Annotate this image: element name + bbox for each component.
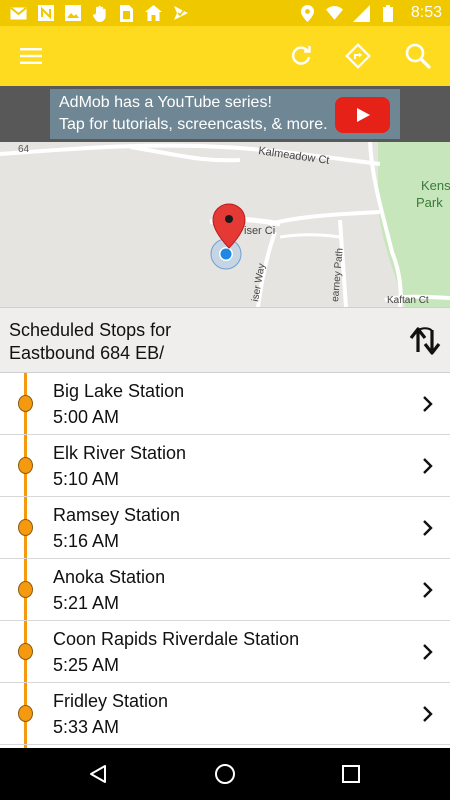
swap-direction-button[interactable] [408,324,442,358]
stop-dot-icon [18,581,33,598]
location-icon [299,4,316,22]
stop-name: Elk River Station [53,443,187,463]
news-icon [37,5,54,22]
photos-icon [64,5,81,22]
stop-time: 5:00 AM [53,407,120,427]
refresh-button[interactable] [273,26,329,86]
stops-title: Scheduled Stops for Eastbound 684 EB/ [9,319,349,365]
stops-title-line2: Eastbound 684 EB/ [9,343,165,363]
map-label-iser-ci: iser Ci [244,225,275,237]
chevron-right-icon [423,582,433,598]
chevron-right-icon [423,520,433,536]
stop-dot-icon [18,519,33,536]
hand-icon [91,5,108,22]
menu-button[interactable] [3,26,59,86]
swap-direction-icon [409,327,441,355]
recents-icon [342,765,360,783]
stop-dot-icon [18,705,33,722]
map-label-iser-way: iser Way [250,263,268,303]
stop-row[interactable]: Fridley Station 5:33 AM [0,683,450,745]
chevron-right-icon [423,706,433,722]
sim-icon [118,4,135,22]
navigation-bar [0,748,450,800]
back-button[interactable] [68,748,128,800]
map-label-kalmeadow: Kalmeadow Ct [258,145,331,167]
scheduled-stops-header: Scheduled Stops for Eastbound 684 EB/ [0,307,450,373]
stop-time: 5:21 AM [53,593,120,613]
home-circle-icon [215,764,235,784]
stop-row[interactable]: Anoka Station 5:21 AM [0,559,450,621]
ad-content[interactable]: AdMob has a YouTube series! Tap for tuto… [50,89,400,139]
notification-icons [10,4,189,22]
chevron-right-icon [423,396,433,412]
stop-list[interactable]: Big Lake Station 5:00 AM Elk River Stati… [0,373,450,748]
stop-row[interactable]: Ramsey Station 5:16 AM [0,497,450,559]
stop-row[interactable]: Elk River Station 5:10 AM [0,435,450,497]
battery-icon [380,4,397,22]
nav-check-icon [172,5,189,22]
status-time: 8:53 [410,4,442,21]
wifi-icon [325,5,343,22]
map-label-park: Park [416,195,443,210]
map-label-kaftan: Kaftan Ct [387,295,429,306]
stop-name: Anoka Station [53,567,166,587]
map-view[interactable]: 64 Kalmeadow Ct Kensingt Park iser Ci is… [0,142,450,307]
chevron-right-icon [423,458,433,474]
refresh-icon [291,46,311,65]
signal-icon [352,4,370,22]
stop-name: Fridley Station [53,691,169,711]
system-icons: 8:53 [299,4,442,22]
stop-row[interactable]: Coon Rapids Riverdale Station 5:25 AM [0,621,450,683]
stop-dot-icon [18,643,33,660]
app-bar [0,26,450,86]
back-icon [90,765,106,783]
stop-time: 5:16 AM [53,531,120,551]
gmail-icon [10,5,27,22]
map-label-kensington: Kensingt [421,178,450,193]
search-icon [405,43,431,69]
stop-name: Coon Rapids Riverdale Station [53,629,300,649]
ad-banner[interactable]: AdMob has a YouTube series! Tap for tuto… [0,86,450,142]
stop-time: 5:25 AM [53,655,120,675]
stops-title-line1: Scheduled Stops for [9,320,172,340]
directions-button[interactable] [330,26,386,86]
status-bar: 8:53 [0,0,450,26]
stop-name: Big Lake Station [53,381,185,401]
menu-icon [20,48,42,64]
chevron-right-icon [423,644,433,660]
stop-time: 5:10 AM [53,469,120,489]
recents-button[interactable] [321,748,381,800]
directions-icon [345,43,371,69]
stop-dot-icon [18,395,33,412]
home-icon [145,5,162,22]
stop-row[interactable]: Big Lake Station 5:00 AM [0,373,450,435]
stop-time: 5:33 AM [53,717,120,737]
youtube-play-icon [335,97,390,133]
map-label-64: 64 [18,144,30,155]
search-button[interactable] [390,26,446,86]
home-button[interactable] [195,748,255,800]
stop-name: Ramsey Station [53,505,181,525]
stop-dot-icon [18,457,33,474]
